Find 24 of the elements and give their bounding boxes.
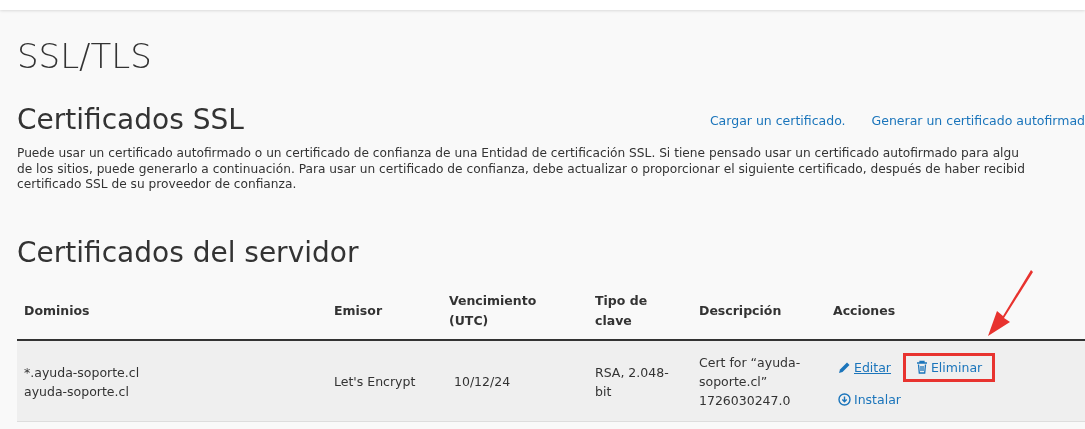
- column-header: Descripción: [698, 301, 783, 320]
- column-header: Acciones: [832, 301, 897, 320]
- link[interactable]: Generar un certificado autofirmad: [871, 112, 1085, 128]
- column-header: Dominios: [23, 301, 91, 320]
- table-cell-text: Cert for “ayuda- soporte.cl” 1726030247.0: [698, 354, 802, 410]
- trash-icon: [915, 360, 928, 374]
- arrow-icon: [985, 268, 1035, 338]
- column-header: Emisor: [333, 301, 384, 320]
- pencil-icon: [838, 360, 851, 374]
- column-header: Vencimiento (UTC): [448, 291, 538, 330]
- delete-link[interactable]: Eliminar: [902, 352, 996, 382]
- table-cell-text: Let's Encrypt: [333, 373, 417, 391]
- link[interactable]: Cargar un certificado.: [709, 112, 846, 128]
- table-cell-text: 10/12/24: [453, 373, 512, 391]
- page-title: SSL/TLS: [17, 36, 153, 76]
- section-title: Certificados SSL: [17, 102, 244, 138]
- download-icon: [838, 392, 851, 406]
- table-cell-text: *.ayuda-soporte.cl ayuda-soporte.cl: [23, 363, 141, 401]
- install-link[interactable]: Instalar: [838, 387, 901, 411]
- section-title: Certificados del servidor: [17, 234, 360, 271]
- table-cell-text: RSA, 2.048- bit: [594, 363, 670, 401]
- edit-link[interactable]: Editar: [838, 355, 901, 379]
- description-text: Puede usar un certificado autofirmado o un certificado de confianza de una Entidad de certificación SSL. Si tiene pensado usar un certificado autofirmado para algu de los sitios, puede generarlo a continuación. Para usar un certificado de confianza, debe actualizar o proporcionar el siguiente certificado, después de haber recibid certificado SSL de su proveedor de confianza.: [17, 146, 1026, 193]
- column-header: Tipo de clave: [594, 291, 649, 330]
